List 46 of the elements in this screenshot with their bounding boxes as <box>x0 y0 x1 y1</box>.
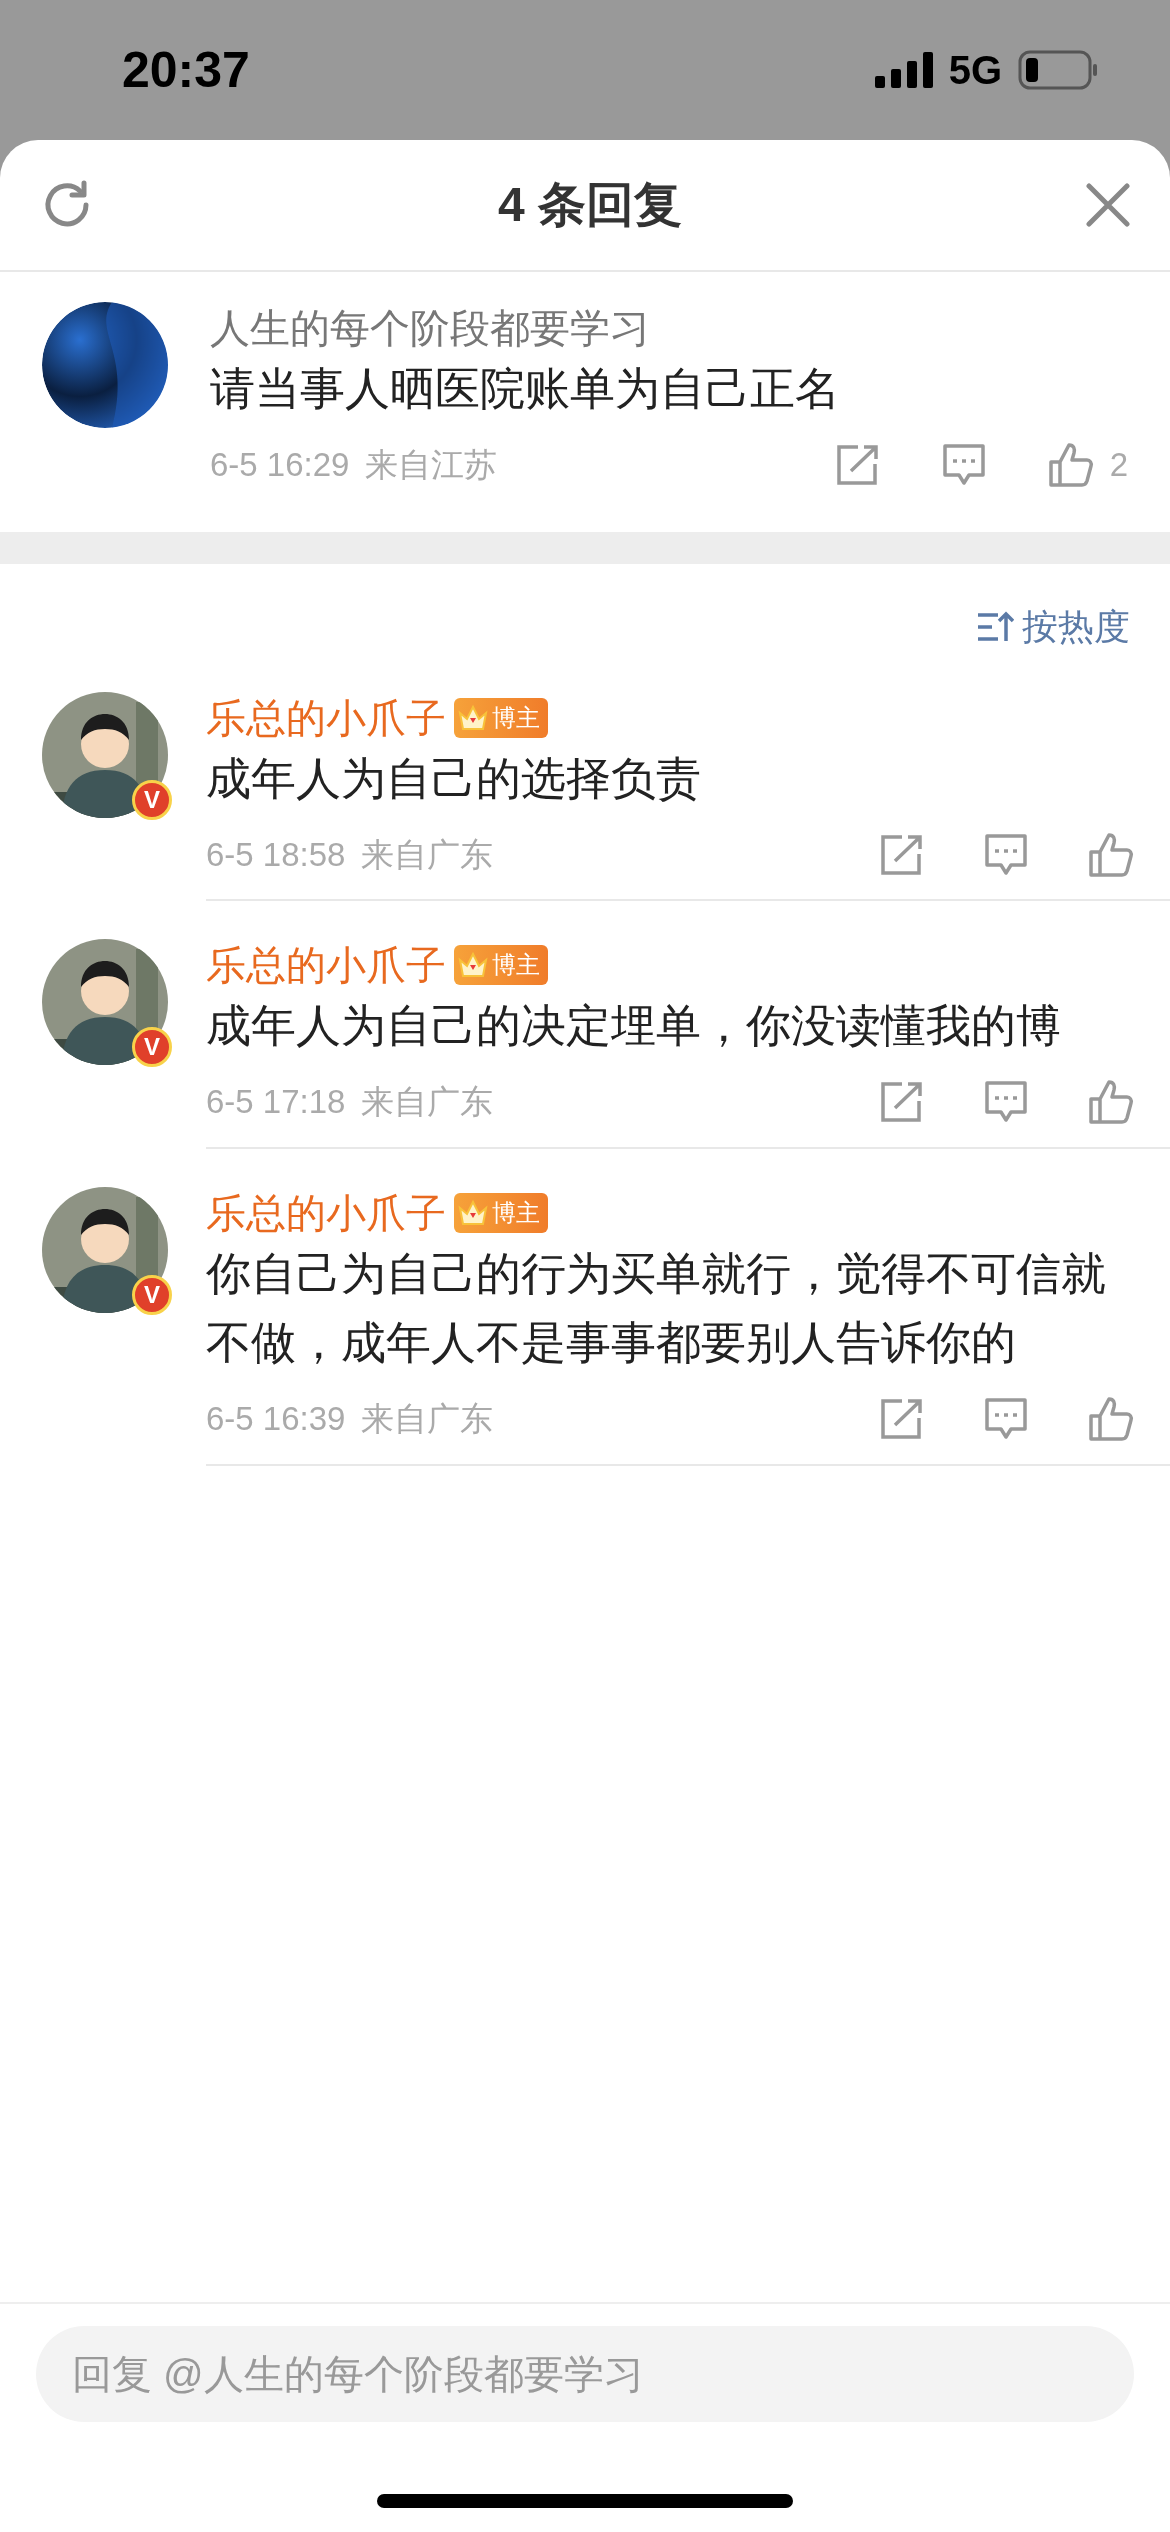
like-icon[interactable] <box>1088 831 1134 878</box>
blogger-tag: 博主 <box>454 945 548 986</box>
location-label: 来自广东 <box>361 1082 494 1122</box>
blogger-tag: 博主 <box>454 698 548 738</box>
reply-input[interactable]: 回复 @人生的每个阶段都要学习 <box>36 2326 1134 2422</box>
sort-button[interactable]: 按热度 <box>976 600 1130 654</box>
blogger-tag: 博主 <box>454 1192 548 1233</box>
comment-icon[interactable] <box>941 442 986 487</box>
close-icon[interactable] <box>1086 183 1130 227</box>
verified-badge: V <box>132 1027 172 1068</box>
like-count: 2 <box>1109 444 1128 485</box>
location-label: 来自广东 <box>361 834 494 875</box>
timestamp: 6-5 17:18 <box>206 1082 346 1122</box>
signal-icon <box>874 52 933 88</box>
location-label: 来自江苏 <box>365 444 498 485</box>
location-label: 来自广东 <box>361 1399 494 1439</box>
share-icon[interactable] <box>880 1397 924 1440</box>
timestamp: 6-5 16:39 <box>206 1399 346 1439</box>
username[interactable]: 乐总的小爪子 <box>206 1186 446 1239</box>
comment-text: 成年人为自己的决定埋单，你没读懂我的博 <box>206 999 1062 1054</box>
crown-icon <box>458 703 488 733</box>
username[interactable]: 乐总的小爪子 <box>206 692 446 744</box>
username[interactable]: 人生的每个阶段都要学习 <box>210 302 1128 354</box>
sort-icon <box>976 611 1014 643</box>
share-icon[interactable] <box>880 833 924 876</box>
username[interactable]: 乐总的小爪子 <box>206 939 446 992</box>
sheet-title: 4 条回复 <box>498 177 682 233</box>
comment-text: 成年人为自己的选择负责 <box>206 752 702 806</box>
like-icon[interactable] <box>1088 1395 1134 1442</box>
comment-text: 请当事人晒医院账单为自己正名 <box>210 362 841 416</box>
comment-icon[interactable] <box>984 1396 1028 1441</box>
status-time: 20:37 <box>122 40 250 100</box>
verified-badge: V <box>132 780 172 820</box>
comment-icon[interactable] <box>984 1079 1028 1124</box>
timestamp: 6-5 16:29 <box>210 444 350 485</box>
share-icon[interactable] <box>880 1080 924 1123</box>
network-label: 5G <box>948 47 1002 94</box>
comment-icon[interactable] <box>984 832 1028 877</box>
timestamp: 6-5 18:58 <box>206 834 346 875</box>
like-icon[interactable] <box>1088 1078 1134 1125</box>
like-icon[interactable] <box>1047 441 1094 488</box>
verified-badge: V <box>132 1274 172 1315</box>
share-icon[interactable] <box>835 443 880 486</box>
avatar[interactable] <box>42 302 168 428</box>
comment-text: 你自己为自己的行为买单就行，觉得不可信就不做，成年人不是事事都要别人告诉你的 <box>206 1246 1107 1371</box>
battery-icon <box>1018 50 1098 90</box>
